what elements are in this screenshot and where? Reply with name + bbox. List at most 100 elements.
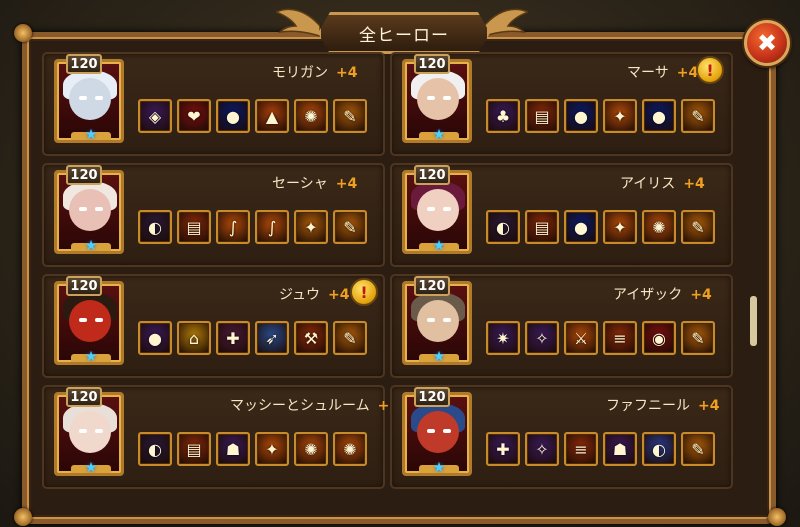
equipment-slot[interactable]: ✎ bbox=[681, 432, 715, 466]
hero-name: マッシーとシュルーム bbox=[230, 398, 370, 414]
equipment-slot[interactable]: ◉ bbox=[642, 321, 676, 355]
equipment-icon: ✎ bbox=[691, 439, 705, 459]
equipment-slot[interactable]: ✎ bbox=[681, 99, 715, 133]
equipment-slot[interactable]: ◐ bbox=[486, 210, 520, 244]
level-badge: 120 bbox=[66, 165, 102, 185]
equipment-icon: ✦ bbox=[265, 439, 279, 459]
equipment-icon: ◐ bbox=[148, 439, 162, 459]
equipment-slot[interactable]: ➶ bbox=[255, 321, 289, 355]
equipment-slot[interactable]: ● bbox=[216, 99, 250, 133]
hero-card[interactable]: ★ 120 アイザック +4 ✷ ✧ ⚔ ≡ ◉ ✎ bbox=[390, 274, 733, 378]
equipment-icon: ⚔ bbox=[573, 328, 589, 348]
equipment-slot[interactable]: ● bbox=[564, 99, 598, 133]
equipment-row: ◈ ❤ ● ▲ ✺ ✎ bbox=[138, 99, 367, 133]
star-icon: ★ bbox=[432, 349, 446, 365]
hero-face bbox=[69, 300, 111, 342]
equipment-slot[interactable]: ● bbox=[564, 210, 598, 244]
equipment-icon: ✦ bbox=[304, 217, 318, 237]
level-badge: 120 bbox=[414, 276, 450, 296]
equipment-slot[interactable]: ✚ bbox=[216, 321, 250, 355]
equipment-slot[interactable]: ✷ bbox=[486, 321, 520, 355]
equipment-slot[interactable]: ▤ bbox=[177, 210, 211, 244]
equipment-slot[interactable]: ✎ bbox=[333, 321, 367, 355]
hero-face bbox=[417, 189, 459, 231]
level-badge: 120 bbox=[414, 165, 450, 185]
equipment-slot[interactable]: ✺ bbox=[294, 99, 328, 133]
equipment-slot[interactable]: ✦ bbox=[255, 432, 289, 466]
hero-name-row: マーサ +4 bbox=[627, 62, 698, 82]
equipment-slot[interactable]: ▤ bbox=[525, 210, 559, 244]
equipment-slot[interactable]: ✦ bbox=[294, 210, 328, 244]
equipment-slot[interactable]: ❤ bbox=[177, 99, 211, 133]
hero-card[interactable]: ★ 120 モリガン +4 ◈ ❤ ● ▲ ✺ ✎ bbox=[42, 52, 385, 156]
equipment-slot[interactable]: ≡ bbox=[564, 432, 598, 466]
hero-name-row: アイリス +4 bbox=[620, 173, 705, 193]
alert-icon[interactable]: ! bbox=[350, 278, 378, 306]
hero-card[interactable]: ★ 120 セーシャ +4 ◐ ▤ ∫ ∫ ✦ ✎ bbox=[42, 163, 385, 267]
equipment-slot[interactable]: ✎ bbox=[681, 210, 715, 244]
equipment-slot[interactable]: ● bbox=[138, 321, 172, 355]
equipment-icon: ✦ bbox=[613, 217, 627, 237]
equipment-slot[interactable]: ● bbox=[642, 99, 676, 133]
equipment-icon: ✎ bbox=[691, 328, 705, 348]
equipment-slot[interactable]: ✺ bbox=[642, 210, 676, 244]
equipment-slot[interactable]: ✧ bbox=[525, 432, 559, 466]
hero-face bbox=[417, 411, 459, 453]
equipment-icon: ◐ bbox=[496, 217, 510, 237]
equipment-slot[interactable]: ▲ bbox=[255, 99, 289, 133]
hero-face bbox=[417, 78, 459, 120]
equipment-icon: ∫ bbox=[228, 217, 238, 237]
hero-card[interactable]: ★ 120 マッシーとシュルーム +4 ◐ ▤ ☗ ✦ ✺ ✺ bbox=[42, 385, 399, 489]
hero-card[interactable]: ★ 120 ジュウ +4! ● ⌂ ✚ ➶ ⚒ ✎ bbox=[42, 274, 385, 378]
close-button[interactable]: ✖ bbox=[744, 20, 790, 66]
hero-name-row: セーシャ +4 bbox=[272, 173, 357, 193]
equipment-slot[interactable]: ∫ bbox=[216, 210, 250, 244]
equipment-slot[interactable]: ✚ bbox=[486, 432, 520, 466]
hero-eye bbox=[443, 318, 451, 322]
scrollbar[interactable] bbox=[750, 296, 757, 346]
equipment-slot[interactable]: ▤ bbox=[525, 99, 559, 133]
alert-icon[interactable]: ! bbox=[696, 56, 724, 84]
equipment-slot[interactable]: ✎ bbox=[681, 321, 715, 355]
equipment-icon: ● bbox=[652, 106, 666, 126]
equipment-icon: ▲ bbox=[265, 106, 279, 126]
equipment-icon: ✎ bbox=[691, 106, 705, 126]
equipment-slot[interactable]: ✦ bbox=[603, 210, 637, 244]
equipment-slot[interactable]: ✺ bbox=[333, 432, 367, 466]
hero-eye bbox=[443, 96, 451, 100]
right-wing-ornament bbox=[484, 8, 528, 37]
equipment-icon: ◈ bbox=[148, 106, 162, 126]
hero-card[interactable]: ★ 120 マーサ +4! ♣ ▤ ● ✦ ● ✎ bbox=[390, 52, 733, 156]
equipment-slot[interactable]: ∫ bbox=[255, 210, 289, 244]
star-icon: ★ bbox=[432, 127, 446, 143]
equipment-slot[interactable]: ✎ bbox=[333, 210, 367, 244]
equipment-slot[interactable]: ≡ bbox=[603, 321, 637, 355]
equipment-slot[interactable]: ⚒ bbox=[294, 321, 328, 355]
equipment-slot[interactable]: ✦ bbox=[603, 99, 637, 133]
equipment-slot[interactable]: ▤ bbox=[177, 432, 211, 466]
equipment-slot[interactable]: ⌂ bbox=[177, 321, 211, 355]
hero-name: マーサ bbox=[627, 65, 669, 81]
hero-card[interactable]: ★ 120 ファフニール +4 ✚ ✧ ≡ ☗ ◐ ✎ bbox=[390, 385, 733, 489]
equipment-icon: ∫ bbox=[267, 217, 277, 237]
hero-face bbox=[69, 78, 111, 120]
hero-card[interactable]: ★ 120 アイリス +4 ◐ ▤ ● ✦ ✺ ✎ bbox=[390, 163, 733, 267]
star-icon: ★ bbox=[84, 349, 98, 365]
equipment-slot[interactable]: ✎ bbox=[333, 99, 367, 133]
equipment-slot[interactable]: ☗ bbox=[216, 432, 250, 466]
equipment-slot[interactable]: ◈ bbox=[138, 99, 172, 133]
equipment-slot[interactable]: ✧ bbox=[525, 321, 559, 355]
equipment-icon: ◐ bbox=[652, 439, 666, 459]
equipment-slot[interactable]: ♣ bbox=[486, 99, 520, 133]
page-title: 全ヒーロー bbox=[359, 25, 449, 46]
equipment-slot[interactable]: ⚔ bbox=[564, 321, 598, 355]
equipment-slot[interactable]: ✺ bbox=[294, 432, 328, 466]
equipment-icon: ▤ bbox=[534, 217, 550, 237]
equipment-slot[interactable]: ◐ bbox=[138, 210, 172, 244]
hero-name: アイリス bbox=[620, 176, 676, 192]
enhance-bonus: +4 bbox=[336, 65, 358, 81]
equipment-slot[interactable]: ☗ bbox=[603, 432, 637, 466]
equipment-slot[interactable]: ◐ bbox=[138, 432, 172, 466]
equipment-slot[interactable]: ◐ bbox=[642, 432, 676, 466]
equipment-icon: ⌂ bbox=[188, 328, 200, 348]
